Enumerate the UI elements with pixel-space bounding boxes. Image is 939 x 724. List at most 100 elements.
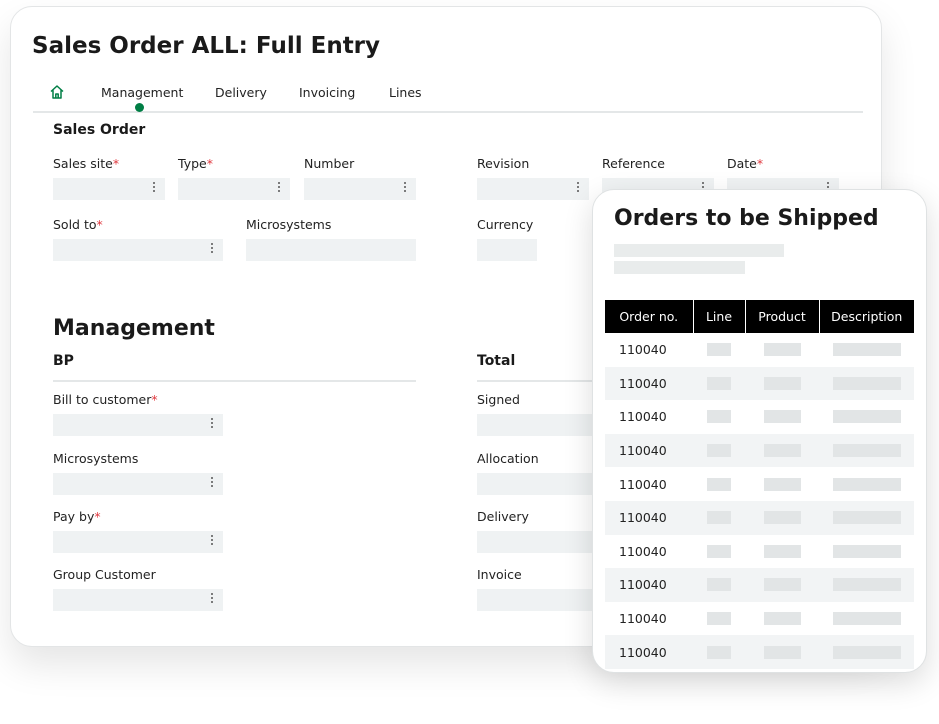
microsystems-field[interactable] — [246, 239, 416, 261]
more-options-icon[interactable] — [210, 418, 214, 432]
line-cell — [693, 535, 745, 569]
table-row[interactable]: 110040 — [605, 500, 914, 535]
microsystems-label: Microsystems — [246, 217, 332, 232]
product-cell — [745, 366, 819, 401]
table-row[interactable]: 110040 — [605, 333, 914, 367]
order-number-cell: 110040 — [619, 476, 667, 492]
bp-divider — [53, 380, 416, 382]
table-row[interactable]: 110040 — [605, 400, 914, 434]
product-cell — [745, 635, 819, 669]
line-cell — [693, 467, 745, 501]
line-cell — [693, 635, 745, 669]
more-options-icon[interactable] — [277, 182, 281, 196]
tab-lines[interactable]: Lines — [389, 85, 422, 100]
orders-panel-title: Orders to be Shipped — [614, 206, 879, 231]
management-heading: Management — [53, 316, 215, 341]
more-options-icon[interactable] — [210, 477, 214, 491]
table-row[interactable]: 110040 — [605, 568, 914, 602]
table-row[interactable]: 110040 — [605, 635, 914, 669]
subtitle-placeholder — [614, 261, 745, 274]
delivery-label: Delivery — [477, 509, 529, 524]
signed-label: Signed — [477, 392, 520, 407]
revision-label: Revision — [477, 156, 530, 171]
product-cell — [745, 568, 819, 602]
more-options-icon[interactable] — [403, 182, 407, 196]
table-row[interactable]: 110040 — [605, 366, 914, 401]
active-tab-indicator — [135, 103, 144, 112]
currency-label: Currency — [477, 217, 534, 232]
bp-microsystems-label: Microsystems — [53, 451, 139, 466]
bp-heading: BP — [53, 353, 74, 369]
product-cell — [745, 400, 819, 434]
more-options-icon[interactable] — [152, 182, 156, 196]
product-cell — [745, 433, 819, 468]
number-field[interactable] — [304, 178, 416, 200]
order-number-cell: 110040 — [605, 433, 693, 468]
more-options-icon[interactable] — [210, 535, 214, 549]
home-icon[interactable] — [49, 84, 65, 100]
column-header-product[interactable]: Product — [745, 300, 820, 333]
table-row[interactable]: 110040 — [605, 535, 914, 569]
currency-field[interactable] — [477, 239, 537, 261]
order-number-cell: 110040 — [619, 342, 667, 358]
tab-delivery[interactable]: Delivery — [215, 85, 267, 100]
column-header-line[interactable]: Line — [693, 300, 746, 333]
table-row[interactable]: 110040 — [605, 602, 914, 636]
line-cell — [693, 333, 745, 367]
more-options-icon[interactable] — [576, 182, 580, 196]
description-cell — [819, 400, 914, 434]
tab-invoicing[interactable]: Invoicing — [299, 85, 355, 100]
description-cell — [819, 467, 914, 501]
group-customer-field[interactable] — [53, 589, 223, 611]
line-cell — [693, 433, 745, 468]
description-cell — [819, 333, 914, 367]
order-number-cell: 110040 — [619, 543, 667, 559]
invoice-label: Invoice — [477, 567, 522, 582]
column-header-order-no[interactable]: Order no. — [605, 300, 694, 333]
sales-site-field[interactable] — [53, 178, 165, 200]
line-cell — [693, 568, 745, 602]
more-options-icon[interactable] — [210, 243, 214, 257]
column-header-description[interactable]: Description — [819, 300, 914, 333]
bill-to-customer-field[interactable] — [53, 414, 223, 436]
type-label: Type* — [178, 156, 213, 171]
sold-to-field[interactable] — [53, 239, 223, 261]
pay-by-field[interactable] — [53, 531, 223, 553]
date-label: Date* — [727, 156, 764, 171]
bp-microsystems-field[interactable] — [53, 473, 223, 495]
sold-to-label: Sold to* — [53, 217, 103, 232]
orders-to-be-shipped-panel: Orders to be Shipped Order no. Line Prod… — [592, 189, 927, 673]
table-header-row: Order no. Line Product Description — [605, 300, 914, 333]
page-title: Sales Order ALL: Full Entry — [32, 33, 381, 59]
order-number-cell: 110040 — [619, 611, 667, 627]
table-row[interactable]: 110040 — [605, 433, 914, 468]
order-number-cell: 110040 — [605, 635, 693, 669]
table-row[interactable]: 110040 — [605, 467, 914, 501]
type-field[interactable] — [178, 178, 290, 200]
tab-bar: Management Delivery Invoicing Lines — [33, 85, 863, 113]
group-customer-label: Group Customer — [53, 567, 156, 582]
line-cell — [693, 602, 745, 636]
number-label: Number — [304, 156, 355, 171]
line-cell — [693, 400, 745, 434]
description-cell — [819, 366, 914, 401]
tab-management[interactable]: Management — [101, 85, 183, 100]
revision-field[interactable] — [477, 178, 589, 200]
order-number-cell: 110040 — [605, 366, 693, 401]
order-number-cell: 110040 — [619, 409, 667, 425]
description-cell — [819, 535, 914, 569]
description-cell — [819, 500, 914, 535]
sales-order-heading: Sales Order — [53, 122, 146, 138]
product-cell — [745, 535, 819, 569]
line-cell — [693, 366, 745, 401]
bill-to-customer-label: Bill to customer* — [53, 392, 158, 407]
more-options-icon[interactable] — [210, 593, 214, 607]
pay-by-label: Pay by* — [53, 509, 101, 524]
description-cell — [819, 433, 914, 468]
product-cell — [745, 602, 819, 636]
order-number-cell: 110040 — [605, 500, 693, 535]
orders-table: Order no. Line Product Description 11004… — [605, 300, 914, 669]
line-cell — [693, 500, 745, 535]
subtitle-placeholder — [614, 244, 784, 257]
total-heading: Total — [477, 353, 516, 369]
